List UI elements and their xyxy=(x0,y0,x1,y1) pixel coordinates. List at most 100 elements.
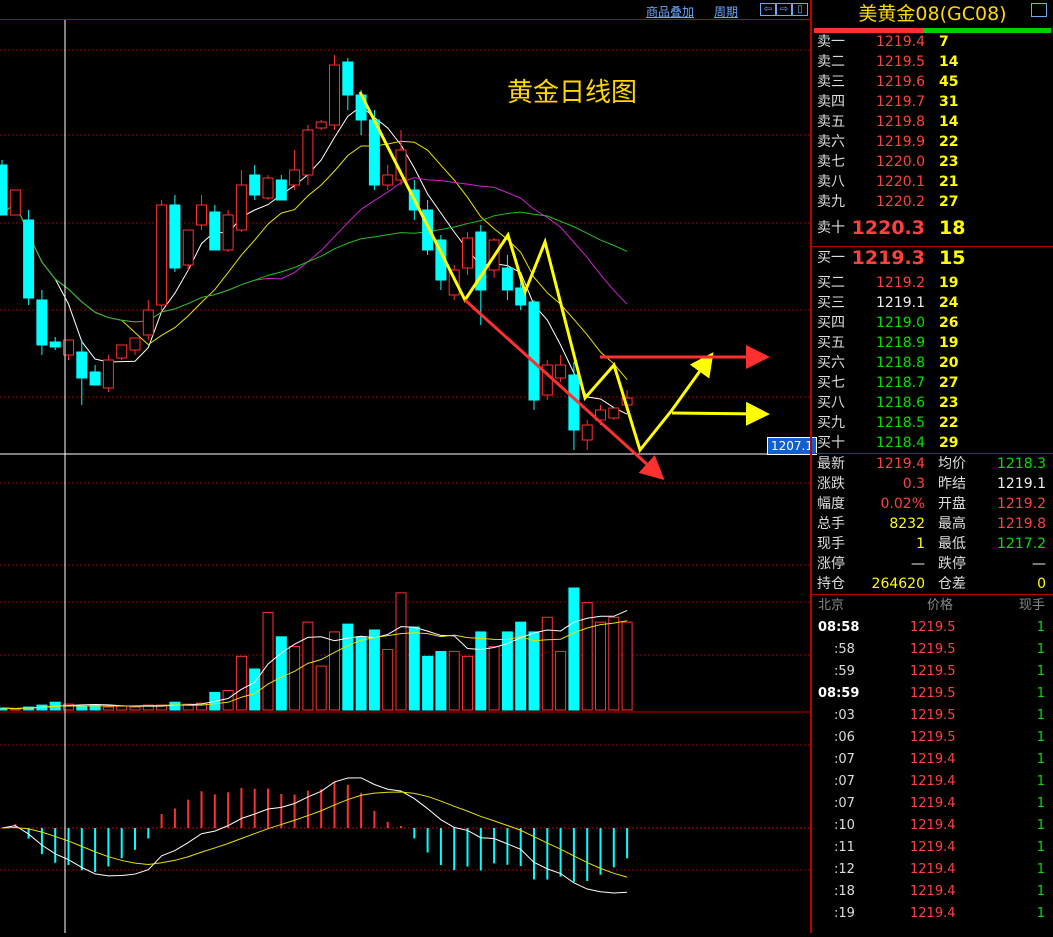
tick-row: 08:59 1219.5 1 xyxy=(812,683,1053,705)
level-volume: 19 xyxy=(939,275,959,291)
stat-label: 涨跌 xyxy=(817,476,845,492)
candle-up xyxy=(196,204,207,226)
volume-bar xyxy=(408,626,420,711)
arrow-right-icon[interactable]: ⇨ xyxy=(776,3,792,16)
tick-price: 1219.4 xyxy=(910,906,956,921)
level-volume: 23 xyxy=(939,395,959,411)
level-price: 1218.6 xyxy=(876,395,925,411)
ask-row: 卖十 1220.3 18 xyxy=(812,218,1053,238)
tick-row: :03 1219.5 1 xyxy=(812,705,1053,727)
level-label: 买三 xyxy=(817,295,845,311)
stat-label: 持仓 xyxy=(817,576,845,592)
tick-price: 1219.4 xyxy=(910,862,956,877)
level-volume: 22 xyxy=(939,134,959,150)
level-volume: 26 xyxy=(939,315,959,331)
tick-price: 1219.5 xyxy=(910,642,956,657)
candle-down xyxy=(169,204,181,269)
tick-price: 1219.5 xyxy=(910,664,956,679)
candle-up xyxy=(329,64,340,126)
level-price: 1219.7 xyxy=(876,94,925,110)
level-price: 1219.9 xyxy=(876,134,925,150)
tick-qty: 1 xyxy=(1036,862,1045,877)
level-label: 买六 xyxy=(817,355,845,371)
stat-value: 1218.3 xyxy=(997,456,1046,472)
level-price: 1219.6 xyxy=(876,74,925,90)
ticks-header: 北京 价格 现手 xyxy=(812,595,1053,617)
level-label: 买五 xyxy=(817,335,845,351)
candle-up xyxy=(608,407,620,419)
volume-bar xyxy=(9,708,21,711)
candle-up xyxy=(382,174,394,186)
tick-qty: 1 xyxy=(1036,642,1045,657)
level-volume: 14 xyxy=(939,54,959,70)
level-label: 卖一 xyxy=(817,34,845,50)
candle-up xyxy=(116,344,128,359)
level-price: 1220.0 xyxy=(876,154,925,170)
tick-price: 1219.4 xyxy=(910,752,956,767)
tick-qty: 1 xyxy=(1036,686,1045,701)
stat-value: 1219.2 xyxy=(997,496,1046,512)
stat-label: 涨停 xyxy=(817,556,845,572)
bid-row: 买七 1218.7 27 xyxy=(812,373,1053,393)
level-volume: 19 xyxy=(939,335,959,351)
tick-time: :58 xyxy=(834,642,855,657)
stat-row: 涨停 — 跌停 — xyxy=(812,554,1053,574)
tick-time: :59 xyxy=(834,664,855,679)
stat-value: 1217.2 xyxy=(997,536,1046,552)
tick-qty: 1 xyxy=(1036,664,1045,679)
ask-row: 卖四 1219.7 31 xyxy=(812,92,1053,112)
candle-down xyxy=(0,164,8,216)
candle-down xyxy=(501,267,513,291)
maximize-icon[interactable] xyxy=(1031,3,1047,17)
volume-bar xyxy=(116,705,128,711)
tick-qty: 1 xyxy=(1036,818,1045,833)
level-price: 1220.1 xyxy=(876,174,925,190)
stat-value: 0 xyxy=(1037,576,1046,592)
overlay-link[interactable]: 商品叠加 xyxy=(646,3,694,20)
level-price: 1219.3 xyxy=(851,247,925,269)
tick-time: :11 xyxy=(834,840,855,855)
kline-chart[interactable]: 商品叠加 周期 ⇦ ⇨ ▯ 黄金日线图 1207.1 xyxy=(0,0,817,933)
candle-up xyxy=(222,214,234,251)
level-label: 买七 xyxy=(817,375,845,391)
level-volume: 29 xyxy=(939,435,959,451)
layout-icon[interactable]: ▯ xyxy=(792,3,808,16)
tick-qty: 1 xyxy=(1036,708,1045,723)
stat-label: 总手 xyxy=(817,516,845,532)
stat-label: 跌停 xyxy=(938,556,966,572)
level-volume: 45 xyxy=(939,74,959,90)
tick-price-header: 价格 xyxy=(927,598,954,613)
chart-canvas[interactable] xyxy=(0,0,810,933)
ask-row: 卖八 1220.1 21 xyxy=(812,172,1053,192)
ask-row: 卖三 1219.6 45 xyxy=(812,72,1053,92)
level-volume: 14 xyxy=(939,114,959,130)
stat-label: 最高 xyxy=(938,516,966,532)
period-link[interactable]: 周期 xyxy=(714,3,738,20)
chart-toolbar: 商品叠加 周期 ⇦ ⇨ ▯ xyxy=(0,0,810,20)
tick-row: 08:58 1219.5 1 xyxy=(812,617,1053,639)
tick-row: :58 1219.5 1 xyxy=(812,639,1053,661)
bid-row: 买五 1218.9 19 xyxy=(812,333,1053,353)
bid-row: 买三 1219.1 24 xyxy=(812,293,1053,313)
tick-row: :18 1219.4 1 xyxy=(812,881,1053,903)
level-volume: 27 xyxy=(939,194,959,210)
tick-qty: 1 xyxy=(1036,906,1045,921)
level-label: 卖九 xyxy=(817,194,845,210)
tick-price: 1219.4 xyxy=(910,884,956,899)
ask-row: 卖二 1219.5 14 xyxy=(812,52,1053,72)
quote-panel: 美黄金08(GC08) 卖一 1219.4 7 卖二 1219.5 14 卖三 12… xyxy=(810,0,1053,933)
ask-row: 卖七 1220.0 23 xyxy=(812,152,1053,172)
candle-up xyxy=(182,229,194,266)
candle-up xyxy=(9,189,21,216)
level-price: 1218.8 xyxy=(876,355,925,371)
arrow-left-icon[interactable]: ⇦ xyxy=(760,3,776,16)
stat-label: 现手 xyxy=(817,536,845,552)
tick-time: 08:58 xyxy=(818,620,860,635)
candle-down xyxy=(49,341,61,348)
bid-row: 买一 1219.3 15 xyxy=(812,248,1053,268)
candle-up xyxy=(555,364,567,379)
tick-qty: 1 xyxy=(1036,884,1045,899)
ask-row: 卖九 1220.2 27 xyxy=(812,192,1053,212)
level-volume: 15 xyxy=(939,247,966,269)
level-volume: 27 xyxy=(939,375,959,391)
